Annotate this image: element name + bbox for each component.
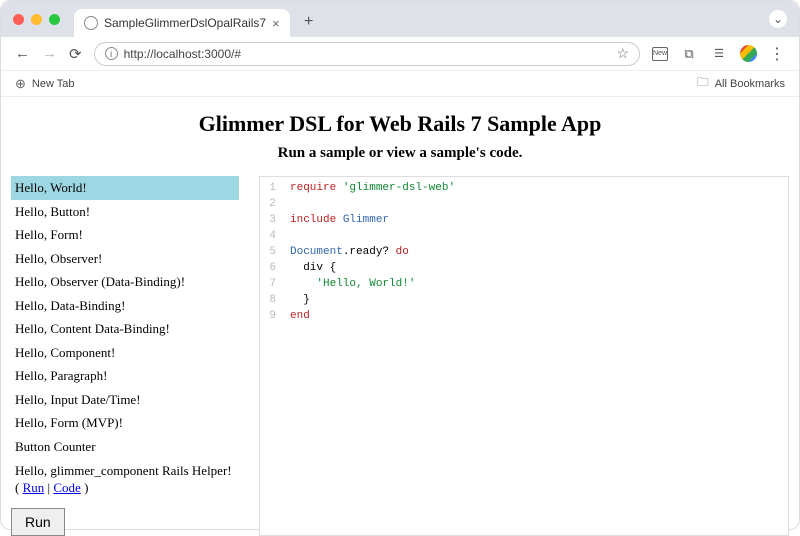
code-text: end: [290, 309, 310, 325]
line-number: 8: [260, 293, 290, 309]
browser-toolbar: ← → ⟳ i http://localhost:3000/# ☆ New ⧉ …: [1, 37, 799, 71]
code-line: 7 'Hello, World!': [260, 277, 788, 293]
site-info-icon[interactable]: i: [105, 47, 118, 60]
run-button[interactable]: Run: [11, 508, 65, 536]
bookmark-bar: ⊕ New Tab 🗀 All Bookmarks: [1, 71, 799, 97]
code-text: }: [290, 293, 310, 309]
zoom-window-button[interactable]: [49, 14, 60, 25]
url-text: http://localhost:3000/#: [124, 47, 611, 61]
reload-button[interactable]: ⟳: [69, 45, 82, 63]
bookmark-star-icon[interactable]: ☆: [616, 45, 629, 62]
code-text: include Glimmer: [290, 213, 389, 229]
browser-tab[interactable]: SampleGlimmerDslOpalRails7 ×: [74, 9, 290, 37]
sample-item[interactable]: Hello, Observer (Data-Binding)!: [11, 270, 239, 294]
code-text: div {: [290, 261, 336, 277]
new-tab-button[interactable]: +: [298, 13, 320, 31]
code-line: 4: [260, 229, 788, 245]
browser-title-bar: SampleGlimmerDslOpalRails7 × + ⌄: [1, 1, 799, 37]
sample-list: Hello, World!Hello, Button!Hello, Form!H…: [11, 176, 239, 536]
page-title: Glimmer DSL for Web Rails 7 Sample App: [1, 111, 799, 137]
expand-chevron-icon[interactable]: ⌄: [769, 10, 787, 28]
page-subtitle: Run a sample or view a sample's code.: [1, 145, 799, 162]
reading-list-icon[interactable]: ☰: [710, 47, 728, 60]
code-line: 5Document.ready? do: [260, 245, 788, 261]
page-content: Glimmer DSL for Web Rails 7 Sample App R…: [1, 97, 799, 536]
bookmark-all-bookmarks[interactable]: All Bookmarks: [715, 78, 785, 90]
sample-item[interactable]: Hello, Form (MVP)!: [11, 411, 239, 435]
helper-run-link[interactable]: Run: [23, 480, 45, 495]
line-number: 4: [260, 229, 290, 245]
code-text: require 'glimmer-dsl-web': [290, 181, 455, 197]
sample-item[interactable]: Hello, Observer!: [11, 247, 239, 271]
code-line: 2: [260, 197, 788, 213]
sample-item[interactable]: Hello, Form!: [11, 223, 239, 247]
sample-item[interactable]: Button Counter: [11, 435, 239, 459]
kebab-menu-icon[interactable]: ⋮: [769, 44, 785, 64]
minimize-window-button[interactable]: [31, 14, 42, 25]
close-window-button[interactable]: [13, 14, 24, 25]
sample-item[interactable]: Hello, Input Date/Time!: [11, 388, 239, 412]
code-text: Document.ready? do: [290, 245, 409, 261]
code-text: 'Hello, World!': [290, 277, 415, 293]
forward-button[interactable]: →: [42, 45, 57, 62]
line-number: 3: [260, 213, 290, 229]
bookmark-new-tab[interactable]: New Tab: [32, 78, 75, 90]
sample-item[interactable]: Hello, World!: [11, 176, 239, 200]
code-line: 3include Glimmer: [260, 213, 788, 229]
code-line: 6 div {: [260, 261, 788, 277]
tab-title: SampleGlimmerDslOpalRails7: [104, 16, 266, 30]
code-viewer: 1require 'glimmer-dsl-web'23include Glim…: [259, 176, 789, 536]
profile-avatar[interactable]: [740, 45, 757, 62]
extensions-icon[interactable]: ⧉: [680, 46, 698, 62]
line-number: 5: [260, 245, 290, 261]
sample-item[interactable]: Hello, Content Data-Binding!: [11, 317, 239, 341]
window-controls: [13, 14, 60, 25]
line-number: 6: [260, 261, 290, 277]
add-bookmark-icon[interactable]: ⊕: [15, 76, 26, 92]
sample-item[interactable]: Hello, Paragraph!: [11, 364, 239, 388]
code-line: 9end: [260, 309, 788, 325]
line-number: 9: [260, 309, 290, 325]
line-number: 1: [260, 181, 290, 197]
line-number: 7: [260, 277, 290, 293]
address-bar[interactable]: i http://localhost:3000/# ☆: [94, 42, 640, 66]
code-line: 1require 'glimmer-dsl-web': [260, 181, 788, 197]
folder-icon: 🗀: [697, 73, 709, 94]
line-number: 2: [260, 197, 290, 213]
code-line: 8 }: [260, 293, 788, 309]
back-button[interactable]: ←: [15, 45, 30, 62]
new-extension-icon[interactable]: New: [652, 47, 668, 61]
sample-item-helper[interactable]: Hello, glimmer_component Rails Helper! (…: [11, 459, 239, 500]
sample-item[interactable]: Hello, Component!: [11, 341, 239, 365]
sample-item[interactable]: Hello, Button!: [11, 200, 239, 224]
tab-favicon: [84, 16, 98, 30]
helper-code-link[interactable]: Code: [53, 480, 80, 495]
sample-item[interactable]: Hello, Data-Binding!: [11, 294, 239, 318]
close-tab-icon[interactable]: ×: [272, 16, 280, 31]
